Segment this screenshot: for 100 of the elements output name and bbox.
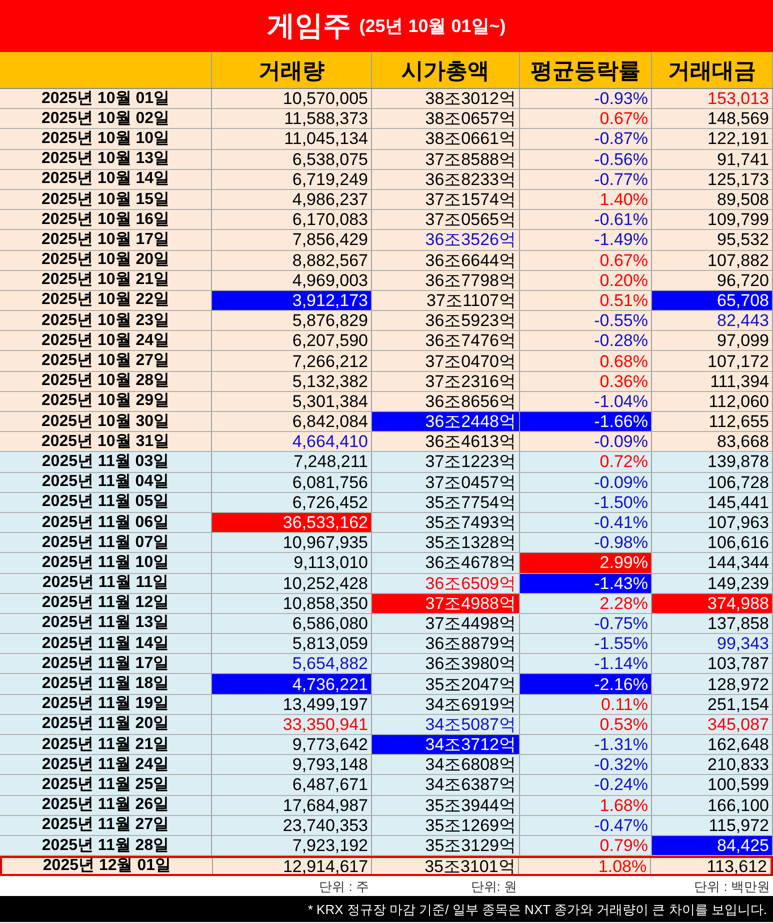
table-cell: 91,741	[652, 150, 773, 169]
table-cell: 82,443	[652, 311, 773, 330]
table-cell: 37조1107억	[372, 290, 520, 310]
date-cell: 2025년 10월 01일	[0, 89, 212, 108]
date-cell: 2025년 12월 01일	[2, 858, 213, 874]
table-cell: 7,856,429	[212, 230, 372, 250]
table-cell: 6,487,671	[212, 775, 372, 795]
table-cell: -0.24%	[520, 775, 652, 795]
table-cell: 3,912,173	[212, 290, 372, 310]
table-cell: 5,301,384	[212, 392, 372, 411]
table-cell: 83,668	[652, 432, 773, 452]
table-cell: 103,787	[652, 654, 773, 674]
table-cell: 10,252,428	[212, 574, 372, 593]
date-cell: 2025년 11월 17일	[0, 654, 212, 674]
table-cell: 10,570,005	[212, 89, 372, 108]
table-cell: 0.68%	[520, 351, 652, 371]
table-cell: 210,833	[652, 755, 773, 774]
unit-label: 단위 : 백만원	[694, 878, 770, 896]
table-cell: 34조5087억	[372, 714, 520, 734]
table-cell: 6,081,756	[212, 472, 372, 492]
date-cell: 2025년 10월 27일	[0, 351, 212, 371]
table-cell: 106,728	[652, 472, 773, 492]
date-cell: 2025년 10월 28일	[0, 372, 212, 391]
table-cell: 12,914,617	[212, 858, 372, 874]
table-cell: 37조0565억	[372, 210, 520, 230]
table-cell: 35조7493억	[372, 512, 520, 532]
table-cell: -0.47%	[520, 816, 652, 835]
table-cell: 0.36%	[520, 372, 652, 391]
table-cell: 34조6808억	[372, 755, 520, 774]
table-cell: 113,612	[650, 858, 771, 874]
table-cell: 9,793,148	[212, 755, 372, 774]
table-cell: 35조1269억	[372, 816, 520, 835]
table-cell: 6,538,075	[212, 150, 372, 169]
table-cell: 38조0661억	[372, 129, 520, 149]
date-cell: 2025년 11월 04일	[0, 472, 212, 492]
table-cell: 36조4613억	[372, 432, 520, 452]
date-cell: 2025년 11월 10일	[0, 553, 212, 572]
table-cell: 122,191	[652, 129, 773, 149]
table-cell: 99,343	[652, 634, 773, 654]
table-cell: 1.08%	[519, 858, 651, 874]
table-cell: 8,882,567	[212, 250, 372, 270]
table-cell: 37조4988억	[372, 594, 520, 613]
date-cell: 2025년 10월 31일	[0, 432, 212, 452]
date-cell: 2025년 11월 11일	[0, 574, 212, 593]
table-cell: 36조3526억	[372, 230, 520, 250]
table-cell: 5,813,059	[212, 634, 372, 654]
table-cell: -1.31%	[520, 735, 652, 754]
table-cell: -1.14%	[520, 654, 652, 674]
table-cell: 115,972	[652, 816, 773, 835]
table-cell: -1.49%	[520, 230, 652, 250]
table-cell: -0.61%	[520, 210, 652, 230]
table-cell: 345,087	[652, 714, 773, 734]
table-cell: 11,588,373	[212, 109, 372, 128]
table-cell: 125,173	[652, 170, 773, 189]
table-cell: -0.56%	[520, 150, 652, 169]
table-cell: 4,736,221	[212, 674, 372, 694]
table-cell: 36조7476억	[372, 331, 520, 350]
date-cell: 2025년 10월 14일	[0, 170, 212, 189]
table-cell: 2.99%	[520, 553, 652, 572]
date-cell: 2025년 10월 21일	[0, 270, 212, 290]
table-cell: 37조1574억	[372, 190, 520, 210]
table-cell: -0.41%	[520, 512, 652, 532]
table-cell: 153,013	[652, 89, 773, 108]
table-cell: 36조2448억	[372, 412, 520, 432]
table-cell: -0.75%	[520, 614, 652, 634]
table-subtitle: (25년 10월 01일~)	[359, 14, 506, 38]
table-cell: 35조1328억	[372, 533, 520, 552]
date-cell: 2025년 11월 20일	[0, 714, 212, 734]
date-cell: 2025년 11월 24일	[0, 755, 212, 774]
table-cell: 112,060	[652, 392, 773, 411]
table-cell: 1.68%	[520, 796, 652, 815]
table-cell: 4,969,003	[212, 270, 372, 290]
table-cell: -0.98%	[520, 533, 652, 552]
table-cell: 37조0470억	[372, 351, 520, 371]
table-cell: 1.40%	[520, 190, 652, 210]
table-cell: 36,533,162	[212, 512, 372, 532]
table-cell: -1.50%	[520, 492, 652, 512]
table-cell: 4,664,410	[212, 432, 372, 452]
table-cell: 128,972	[652, 674, 773, 694]
table-cell: 112,655	[652, 412, 773, 432]
table-cell: 38조0657억	[372, 109, 520, 128]
table-cell: 251,154	[652, 694, 773, 714]
date-cell: 2025년 10월 13일	[0, 150, 212, 169]
table-cell: -0.55%	[520, 311, 652, 330]
table-cell: -2.16%	[520, 674, 652, 694]
table-cell: 36조8233억	[372, 170, 520, 189]
table-cell: -0.77%	[520, 170, 652, 189]
date-cell: 2025년 10월 24일	[0, 331, 212, 350]
table-cell: 111,394	[652, 372, 773, 391]
table-cell: 35조3944억	[372, 796, 520, 815]
table-cell: 6,170,083	[212, 210, 372, 230]
table-cell: 34조3712억	[372, 735, 520, 754]
date-cell: 2025년 11월 12일	[0, 594, 212, 613]
table-cell: 11,045,134	[212, 129, 372, 149]
table-cell: 4,986,237	[212, 190, 372, 210]
table-cell: 139,878	[652, 452, 773, 472]
table-cell: 6,726,452	[212, 492, 372, 512]
date-cell: 2025년 11월 07일	[0, 533, 212, 552]
table-cell: 36조5923억	[372, 311, 520, 330]
table-cell: 36조8879억	[372, 634, 520, 654]
